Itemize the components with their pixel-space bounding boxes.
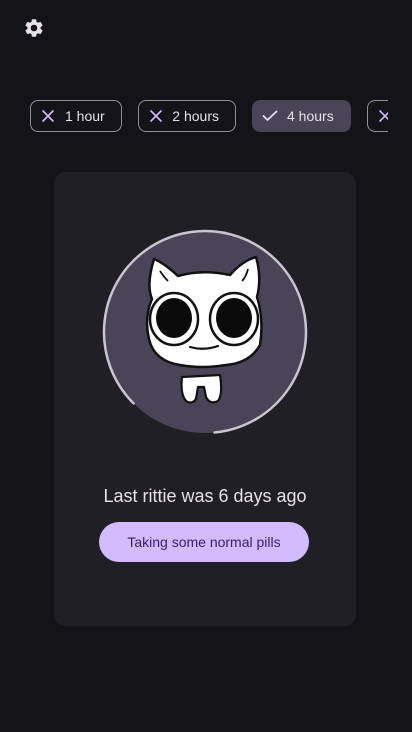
avatar-progress [102,229,308,435]
settings-button[interactable] [20,16,48,44]
chip-more[interactable] [367,100,388,132]
chip-label: 4 hours [287,108,334,124]
status-card: Last rittie was 6 days ago Taking some n… [54,172,356,626]
close-icon [39,107,57,125]
last-event-text: Last rittie was 6 days ago [103,486,307,506]
check-icon [261,107,279,125]
duration-chip-row: 1 hour 2 hours 4 hours [30,100,388,134]
close-icon [147,107,164,125]
chip-label: 1 hour [65,108,105,124]
close-icon [376,107,388,125]
gear-icon [23,17,45,44]
chip-2-hours[interactable]: 2 hours [138,100,236,132]
app-screen: 1 hour 2 hours 4 hours Last rittie was 6… [0,0,412,732]
chip-1-hour[interactable]: 1 hour [30,100,122,132]
take-pills-button[interactable]: Taking some normal pills [99,522,309,562]
chip-4-hours[interactable]: 4 hours [252,100,351,132]
chip-label: 2 hours [172,108,219,124]
